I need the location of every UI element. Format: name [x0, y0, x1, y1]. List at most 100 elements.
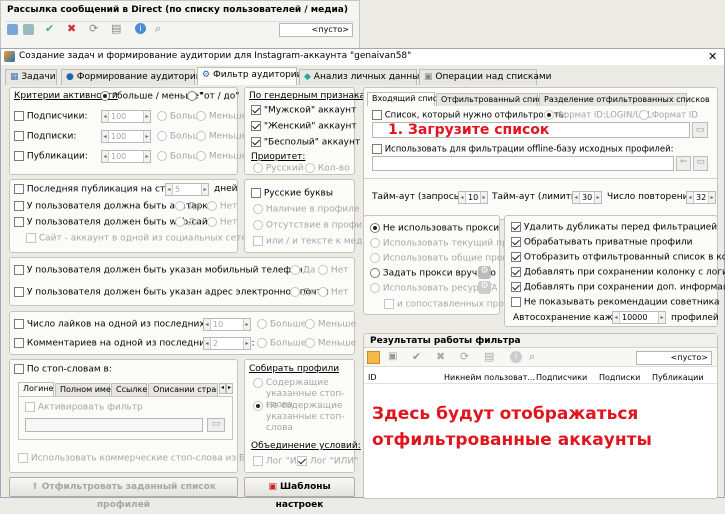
- comments-more[interactable]: Больше: [257, 338, 306, 349]
- russian-media-checkbox[interactable]: или / и тексте к медиа: [253, 236, 374, 247]
- russian-presence-radio[interactable]: Наличие в профиле: [253, 204, 359, 215]
- female-checkbox[interactable]: "Женский" аккаунт: [251, 121, 357, 132]
- list-folder-icon[interactable]: ▭: [692, 122, 708, 138]
- col-id[interactable]: ID: [368, 373, 377, 382]
- email-no[interactable]: Нет: [318, 287, 348, 298]
- toolbar-icon-3[interactable]: ✔: [45, 22, 54, 35]
- tab-operations[interactable]: ▣ Операции над списками: [419, 69, 552, 85]
- posts-checkbox[interactable]: Публикации:: [14, 151, 88, 162]
- stopword-tab-login[interactable]: Логине: [18, 382, 54, 396]
- option-show-end[interactable]: Отобразить отфильтрованный список в конц…: [511, 252, 725, 263]
- stopwords-checkbox[interactable]: По стоп-словам в:: [14, 364, 112, 375]
- toolbar-icon-6[interactable]: ▤: [111, 22, 121, 35]
- results-check-icon[interactable]: ✔: [412, 350, 421, 363]
- results-refresh-icon[interactable]: ⟳: [460, 350, 469, 363]
- tab-filtered[interactable]: Отфильтрованный список: [436, 93, 552, 106]
- stopwords-folder-icon[interactable]: ▭: [207, 418, 225, 432]
- last-pub-spin[interactable]: ◂ 5 ▸: [165, 183, 209, 196]
- avatar-yes[interactable]: Да: [175, 201, 200, 212]
- option-extra-info[interactable]: Добавлять при сохранении доп. информацию: [511, 282, 725, 293]
- results-highlight-icon[interactable]: [367, 351, 380, 364]
- offline-arrow-icon[interactable]: ⇐: [676, 156, 691, 171]
- results-list-icon[interactable]: ▤: [484, 350, 494, 363]
- results-info-icon[interactable]: i: [510, 351, 522, 363]
- posts-spin[interactable]: ◂ 100 ▸: [101, 150, 151, 163]
- priority-count-radio[interactable]: Кол-во: [305, 163, 350, 174]
- info-icon[interactable]: i: [135, 23, 146, 34]
- likes-less[interactable]: Меньше: [305, 319, 356, 330]
- priority-russian-radio[interactable]: Русский: [253, 163, 304, 174]
- email-checkbox[interactable]: У пользователя должен быть указан адрес …: [14, 287, 329, 298]
- offline-input[interactable]: [372, 156, 674, 171]
- tab-scroll-right-icon[interactable]: ▸: [226, 383, 233, 394]
- toolbar-icon-4[interactable]: ✖: [67, 22, 76, 35]
- tab-scroll-left-icon[interactable]: ◂: [219, 383, 226, 394]
- option-login-column[interactable]: Добавлять при сохранении колонку с логин…: [511, 267, 725, 278]
- posts-less[interactable]: Меньше: [196, 151, 247, 162]
- option-private[interactable]: Обрабатывать приватные профили: [511, 237, 693, 248]
- following-spin[interactable]: ◂ 100 ▸: [101, 130, 151, 143]
- close-icon[interactable]: ✕: [708, 50, 717, 63]
- tab-filter[interactable]: ⚙ Фильтр аудитории: [197, 67, 303, 85]
- templates-button[interactable]: ▣ Шаблоны настроек: [244, 477, 355, 510]
- stopword-tab-description[interactable]: Описании страни: [148, 383, 218, 396]
- offline-folder-icon[interactable]: ▭: [693, 156, 708, 171]
- timeout-limits-spin[interactable]: ◂ 30 ▸: [572, 191, 602, 204]
- phone-no[interactable]: Нет: [318, 265, 348, 276]
- website-no[interactable]: Нет: [207, 217, 237, 228]
- list-checkbox[interactable]: Список, который нужно отфильтровать:: [372, 110, 567, 121]
- format-id-radio[interactable]: Формат ID: [639, 110, 698, 121]
- website-social-checkbox[interactable]: Сайт - аккаунт в одной из социальных сет…: [26, 233, 253, 244]
- toolbar-icon-1[interactable]: [7, 24, 18, 35]
- union-or-checkbox[interactable]: Лог "ИЛИ": [297, 456, 358, 467]
- toolbar-icon-5[interactable]: ⟳: [89, 22, 98, 35]
- followers-less[interactable]: Меньше: [196, 111, 247, 122]
- russian-absence-radio[interactable]: Отсутствие в профиле: [253, 220, 374, 231]
- proxy-none-radio[interactable]: Не использовать прокси: [370, 223, 499, 234]
- likes-spin[interactable]: ◂ 10 ▸: [203, 318, 251, 331]
- followers-spin[interactable]: ◂ 100 ▸: [101, 110, 151, 123]
- option-no-advisor[interactable]: Не показывать рекомендации советника: [511, 297, 720, 308]
- proxy-settings-icon[interactable]: ⚙: [478, 266, 491, 279]
- tab-split[interactable]: Разделение отфильтрованных списков: [539, 93, 710, 106]
- col-posts[interactable]: Публикации: [652, 373, 704, 382]
- male-checkbox[interactable]: "Мужской" аккаунт: [251, 105, 356, 116]
- col-nickname[interactable]: Никнейм пользоват...: [444, 373, 535, 382]
- filter-button[interactable]: ⬆ Отфильтровать заданный список профилей: [9, 477, 238, 510]
- results-save-icon[interactable]: ▣: [388, 351, 397, 362]
- col-following[interactable]: Подписки: [599, 373, 640, 382]
- retries-spin[interactable]: ◂ 32 ▸: [686, 191, 716, 204]
- comments-spin[interactable]: ◂ 2 ▸: [203, 337, 251, 350]
- format-login-radio[interactable]: Формат ID:LOGIN/URL: [544, 110, 652, 121]
- autosave-spin[interactable]: ◂ 10000 ▸: [612, 311, 666, 324]
- tab-incoming[interactable]: Входящий список: [367, 92, 447, 106]
- stopword-tab-fullname[interactable]: Полном имени: [55, 383, 121, 396]
- avatar-no[interactable]: Нет: [207, 201, 237, 212]
- direct-search-field[interactable]: <пусто>: [279, 23, 353, 37]
- stopword-tab-link[interactable]: Ссылке: [111, 383, 147, 396]
- tab-audience[interactable]: ● Формирование аудитории: [61, 69, 202, 85]
- email-yes[interactable]: Да: [290, 287, 315, 298]
- results-search-field[interactable]: <пусто>: [636, 351, 712, 365]
- followers-checkbox[interactable]: Подписчики:: [14, 111, 88, 122]
- union-and-checkbox[interactable]: Лог "И": [253, 456, 301, 467]
- genderless-checkbox[interactable]: "Бесполый" аккаунт: [251, 137, 360, 148]
- comments-less[interactable]: Меньше: [305, 338, 356, 349]
- radio-from-to[interactable]: "от / до": [187, 91, 239, 102]
- tab-tasks[interactable]: ▦ Задачи: [5, 69, 57, 85]
- timeout-requests-spin[interactable]: ◂ 10 ▸: [458, 191, 488, 204]
- website-yes[interactable]: Да: [175, 217, 200, 228]
- likes-more[interactable]: Больше: [257, 319, 306, 330]
- toolbar-icon-2[interactable]: [23, 24, 34, 35]
- tab-analysis[interactable]: ◆ Анализ личных данных: [299, 69, 425, 85]
- following-less[interactable]: Меньше: [196, 131, 247, 142]
- phone-checkbox[interactable]: У пользователя должен быть указан мобиль…: [14, 265, 302, 276]
- proxy-matched-checkbox[interactable]: и сопоставленных прокси: [384, 299, 520, 310]
- following-checkbox[interactable]: Подписки:: [14, 131, 76, 142]
- results-search-icon[interactable]: ⌕: [529, 350, 535, 364]
- russian-checkbox[interactable]: Русские буквы: [251, 188, 333, 199]
- option-dedupe[interactable]: Удалить дубликаты перед фильтрацией: [511, 222, 717, 233]
- results-delete-icon[interactable]: ✖: [436, 350, 445, 363]
- offline-checkbox[interactable]: Использовать для фильтрации offline-базу…: [372, 144, 673, 155]
- phone-yes[interactable]: Да: [290, 265, 315, 276]
